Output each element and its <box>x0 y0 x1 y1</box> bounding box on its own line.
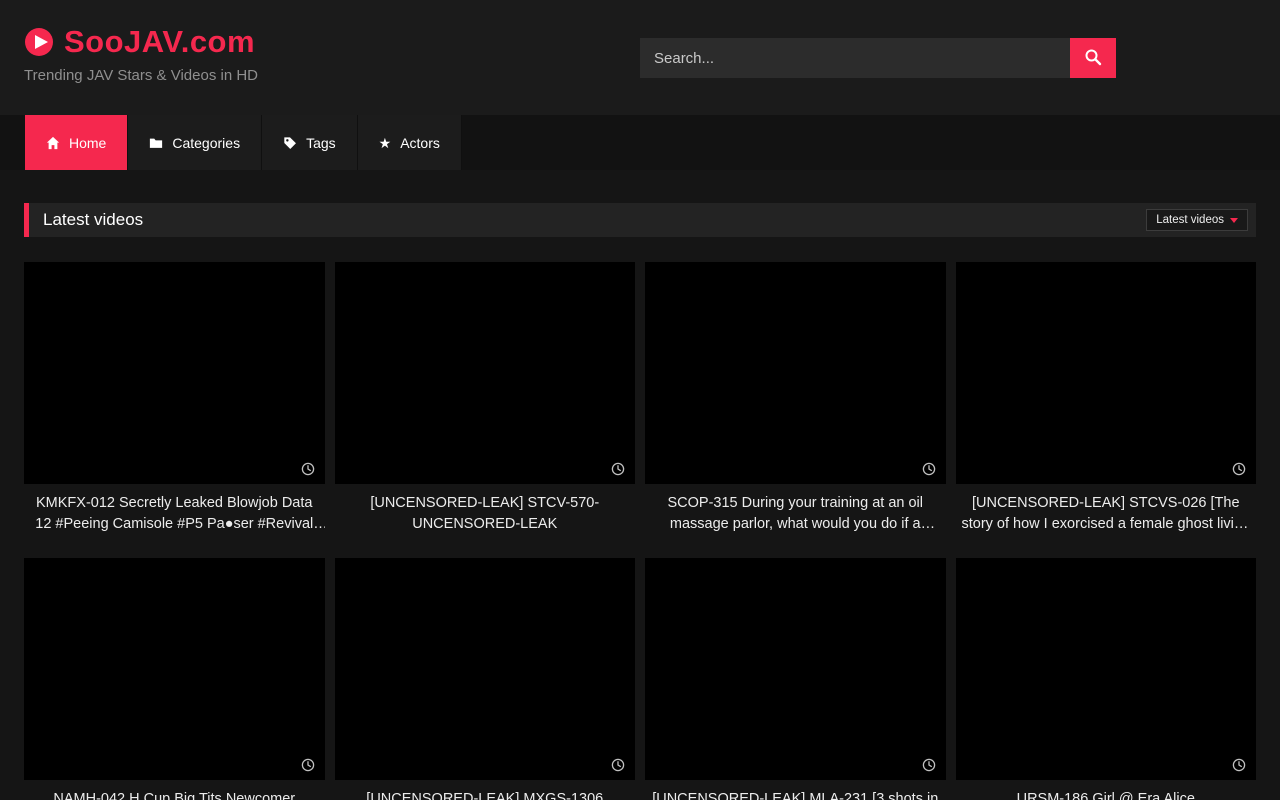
clock-icon <box>611 758 625 772</box>
video-title: [UNCENSORED-LEAK] STCVS-026 [The story o… <box>956 493 1257 534</box>
search-button[interactable] <box>1070 38 1116 78</box>
video-grid: KMKFX-012 Secretly Leaked Blowjob Data 1… <box>24 262 1256 800</box>
nav-item-categories[interactable]: Categories <box>128 115 262 170</box>
video-title: SCOP-315 During your training at an oil … <box>645 493 946 534</box>
nav-item-tags[interactable]: Tags <box>262 115 358 170</box>
video-thumbnail <box>335 262 636 484</box>
folder-icon <box>149 136 163 150</box>
nav-item-actors[interactable]: ★ Actors <box>358 115 462 170</box>
logo-area: SooJAV.com Trending JAV Stars & Videos i… <box>24 24 258 84</box>
search-input[interactable] <box>640 38 1070 78</box>
video-title: [UNCENSORED-LEAK] MLA-231 [3 shots in <box>645 789 946 800</box>
nav-item-label: Home <box>69 135 106 151</box>
clock-icon <box>611 462 625 476</box>
video-thumbnail <box>956 262 1257 484</box>
section-header: Latest videos Latest videos <box>24 203 1256 237</box>
video-title: KMKFX-012 Secretly Leaked Blowjob Data 1… <box>24 493 325 534</box>
video-thumbnail <box>24 558 325 780</box>
clock-icon <box>301 758 315 772</box>
section-accent-bar <box>24 203 29 237</box>
video-thumbnail <box>24 262 325 484</box>
video-title: [UNCENSORED-LEAK] STCV-570-UNCENSORED-LE… <box>335 493 636 534</box>
clock-icon <box>1232 462 1246 476</box>
video-thumbnail <box>645 262 946 484</box>
video-thumbnail <box>956 558 1257 780</box>
clock-icon <box>922 462 936 476</box>
tag-icon <box>283 136 297 150</box>
logo-text: SooJAV.com <box>64 24 255 60</box>
search-bar <box>640 38 1116 78</box>
site-logo[interactable]: SooJAV.com <box>24 24 258 60</box>
video-card[interactable]: SCOP-315 During your training at an oil … <box>645 262 946 534</box>
sort-dropdown-label: Latest videos <box>1156 214 1224 226</box>
clock-icon <box>922 758 936 772</box>
search-icon <box>1084 48 1102 69</box>
video-card[interactable]: NAMH-042 H Cup Big Tits Newcomer (170cm … <box>24 558 325 800</box>
nav-item-home[interactable]: Home <box>25 115 128 170</box>
chevron-down-icon <box>1230 218 1238 223</box>
main-content: Latest videos Latest videos KMKFX-012 Se… <box>0 203 1280 800</box>
video-thumbnail <box>645 558 946 780</box>
play-icon <box>24 27 54 57</box>
video-title: URSM-186 Girl @ Era Alice <box>956 789 1257 800</box>
video-title: NAMH-042 H Cup Big Tits Newcomer (170cm … <box>24 789 325 800</box>
video-thumbnail <box>335 558 636 780</box>
section-title: Latest videos <box>43 210 143 230</box>
site-tagline: Trending JAV Stars & Videos in HD <box>24 67 258 84</box>
clock-icon <box>301 462 315 476</box>
video-card[interactable]: [UNCENSORED-LEAK] STCV-570-UNCENSORED-LE… <box>335 262 636 534</box>
video-card[interactable]: URSM-186 Girl @ Era Alice <box>956 558 1257 800</box>
video-card[interactable]: [UNCENSORED-LEAK] STCVS-026 [The story o… <box>956 262 1257 534</box>
nav-item-label: Tags <box>306 135 336 151</box>
video-title: [UNCENSORED-LEAK] MXGS-1306 Absolutely <box>335 789 636 800</box>
clock-icon <box>1232 758 1246 772</box>
nav-item-label: Categories <box>172 135 240 151</box>
nav-item-label: Actors <box>400 135 440 151</box>
star-icon: ★ <box>379 136 392 150</box>
video-card[interactable]: [UNCENSORED-LEAK] MXGS-1306 Absolutely <box>335 558 636 800</box>
main-nav: Home Categories Tags ★ Actors <box>0 115 1280 170</box>
sort-dropdown[interactable]: Latest videos <box>1146 209 1248 231</box>
video-card[interactable]: KMKFX-012 Secretly Leaked Blowjob Data 1… <box>24 262 325 534</box>
site-header: SooJAV.com Trending JAV Stars & Videos i… <box>0 0 1280 115</box>
video-card[interactable]: [UNCENSORED-LEAK] MLA-231 [3 shots in <box>645 558 946 800</box>
home-icon <box>46 136 60 150</box>
